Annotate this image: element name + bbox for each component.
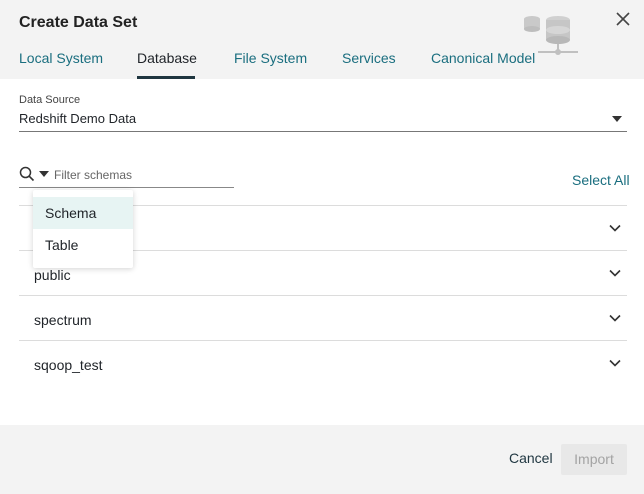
chevron-down-icon[interactable] [608, 356, 622, 370]
schema-row[interactable]: spectrum [19, 295, 627, 340]
tab-database[interactable]: Database [137, 50, 197, 66]
tab-file-system[interactable]: File System [234, 50, 307, 66]
search-icon [19, 166, 35, 182]
schema-name: sqoop_test [34, 357, 103, 373]
close-icon[interactable] [612, 8, 634, 30]
dialog-footer: Cancel Import [0, 425, 644, 494]
filter-mode-menu: Schema Table [33, 190, 133, 268]
dialog-title: Create Data Set [19, 14, 138, 31]
data-source-select[interactable]: Redshift Demo Data [19, 111, 136, 126]
chevron-down-icon[interactable] [608, 311, 622, 325]
chevron-down-icon[interactable] [608, 221, 622, 235]
active-tab-indicator [137, 76, 195, 79]
data-source-underline [19, 131, 627, 132]
cancel-button[interactable]: Cancel [509, 450, 553, 466]
filter-mode-caret-icon[interactable] [39, 171, 49, 177]
filter-underline [19, 187, 234, 188]
import-button[interactable]: Import [561, 444, 627, 475]
schema-row[interactable]: sqoop_test [19, 340, 627, 385]
source-tabs: Local System Database File System Servic… [0, 48, 644, 79]
menu-item-schema[interactable]: Schema [33, 197, 133, 229]
data-source-label: Data Source [19, 94, 81, 106]
schema-name: spectrum [34, 312, 92, 328]
menu-item-table[interactable]: Table [33, 229, 133, 261]
chevron-down-icon[interactable] [608, 266, 622, 280]
filter-schemas-input[interactable] [54, 166, 230, 184]
tab-canonical-model[interactable]: Canonical Model [431, 50, 535, 66]
dialog-header: Create Data Set Local System Database Fi… [0, 0, 644, 79]
tab-services[interactable]: Services [342, 50, 396, 66]
caret-down-icon[interactable] [612, 116, 622, 122]
select-all-link[interactable]: Select All [572, 172, 630, 188]
tab-local-system[interactable]: Local System [19, 50, 103, 66]
schema-name: public [34, 267, 71, 283]
